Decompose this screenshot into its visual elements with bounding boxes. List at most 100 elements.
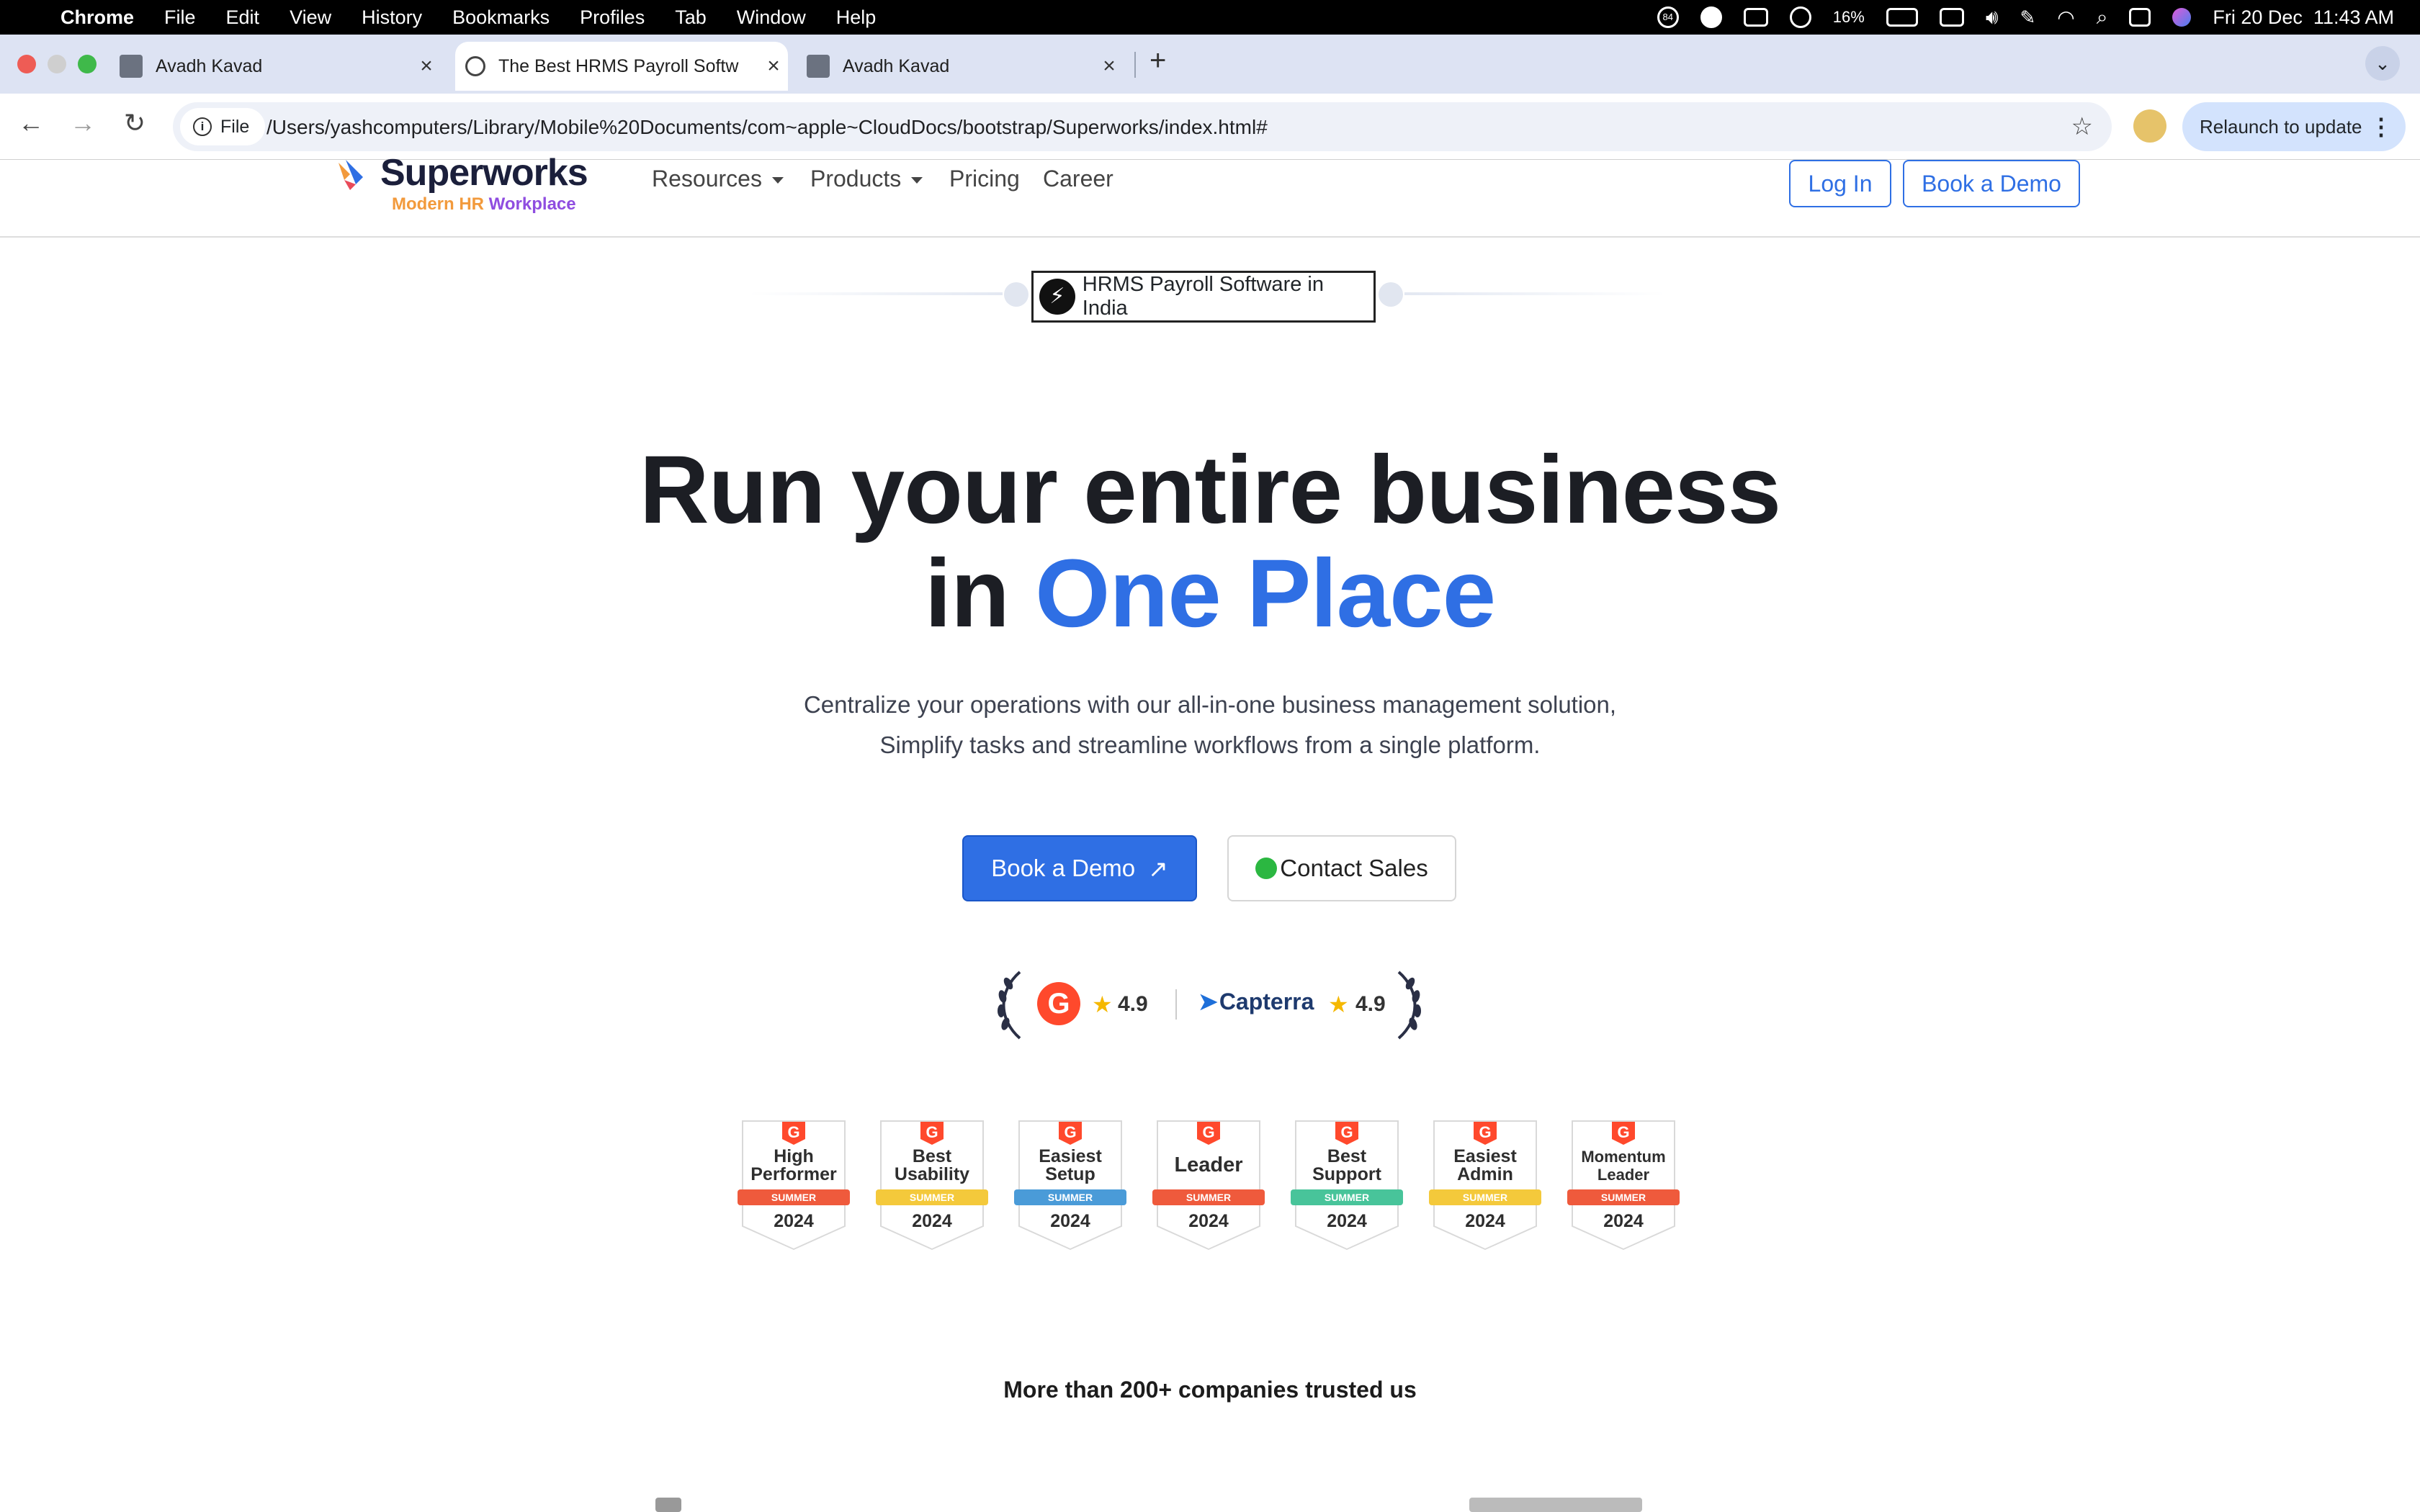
header-book-demo-button[interactable]: Book a Demo [1903, 160, 2080, 207]
tab-close-icon[interactable]: × [1095, 54, 1124, 78]
menu-edit[interactable]: Edit [226, 6, 260, 29]
decorative-line-left [749, 292, 1003, 295]
g2-badge-best-usability: G Best Usability SUMMER 2024 [876, 1120, 988, 1250]
tab-close-icon[interactable]: × [412, 54, 441, 78]
capterra-rating: 4.9 [1355, 992, 1386, 1016]
g2-badge-easiest-setup: G Easiest Setup SUMMER 2024 [1014, 1120, 1126, 1250]
login-button[interactable]: Log In [1789, 160, 1891, 207]
badge-year: 2024 [912, 1211, 952, 1231]
badge-season: SUMMER [1429, 1189, 1541, 1205]
logo-tagline: Modern HR Workplace [392, 194, 576, 215]
more-menu-icon[interactable]: ⋮ [2370, 102, 2393, 151]
badge-year: 2024 [1188, 1211, 1229, 1231]
client-logo-partial [655, 1498, 681, 1512]
tab-title: Avadh Kavad [843, 55, 950, 76]
bookmark-star-icon[interactable]: ☆ [2071, 112, 2093, 141]
new-tab-plus-icon[interactable]: + [1150, 45, 1166, 77]
capterra-logo: ➤Capterra [1198, 988, 1314, 1015]
badge-season: SUMMER [876, 1189, 988, 1205]
badge-title: Easiest Admin [1453, 1146, 1517, 1184]
g2-rating: 4.9 [1118, 992, 1148, 1016]
tab-favicon [807, 55, 830, 78]
info-icon: i [193, 117, 212, 136]
contact-sales-button[interactable]: Contact Sales [1227, 835, 1456, 901]
whatsapp-icon [1255, 858, 1278, 879]
back-arrow-icon[interactable]: ← [13, 108, 49, 138]
star-icon: ★ [1092, 991, 1113, 1017]
hero-tag-pill: ⚡︎ HRMS Payroll Software in India [1031, 271, 1376, 323]
display-icon[interactable] [1743, 8, 1768, 27]
keyboard-icon[interactable] [1939, 8, 1964, 27]
badge-year: 2024 [1050, 1211, 1090, 1231]
nav-career[interactable]: Career [1043, 166, 1113, 192]
browser-tab-1[interactable]: Avadh Kavad × [120, 42, 441, 91]
window-close-button[interactable] [17, 55, 36, 73]
badge-title: High Performer [750, 1146, 837, 1184]
menu-history[interactable]: History [362, 6, 422, 29]
address-bar[interactable]: i File /Users/yashcomputers/Library/Mobi… [173, 102, 2112, 151]
play-icon[interactable] [1789, 6, 1811, 28]
caret-down-icon [911, 177, 923, 184]
window-minimize-button[interactable] [48, 55, 66, 73]
volume-icon[interactable]: 🔊︎ [1986, 6, 1999, 30]
badge-season: SUMMER [738, 1189, 850, 1205]
logo-wordmark: Superworks [380, 152, 588, 194]
menu-file[interactable]: File [164, 6, 196, 29]
caret-down-icon [771, 177, 784, 184]
menu-help[interactable]: Help [836, 6, 877, 29]
badge-season: SUMMER [1291, 1189, 1403, 1205]
relaunch-to-update-button[interactable]: Relaunch to update ⋮ [2182, 102, 2406, 151]
menu-bookmarks[interactable]: Bookmarks [452, 6, 550, 29]
badge-season: SUMMER [1567, 1189, 1680, 1205]
badge-year: 2024 [1327, 1211, 1367, 1231]
nav-products[interactable]: Products [810, 166, 923, 192]
menubar-clock[interactable]: Fri 20 Dec 11:43 AM [2213, 6, 2394, 29]
reload-icon[interactable]: ↻ [117, 108, 153, 138]
capterra-arrow-icon: ➤ [1198, 989, 1218, 1014]
relaunch-label: Relaunch to update [2200, 116, 2362, 138]
tab-close-icon[interactable]: × [759, 54, 788, 78]
tab-separator [1134, 52, 1136, 78]
nav-pricing[interactable]: Pricing [949, 166, 1020, 192]
laurel-left-icon [998, 971, 1021, 1040]
checkmark-icon[interactable] [1700, 6, 1722, 28]
client-logo-partial [1469, 1498, 1642, 1512]
site-info-chip[interactable]: i File [180, 108, 266, 145]
tab-search-chevron-icon[interactable]: ⌄ [2365, 46, 2400, 81]
trusted-companies-heading: More than 200+ companies trusted us [1003, 1377, 1417, 1403]
menu-app-name[interactable]: Chrome [60, 6, 134, 29]
window-zoom-button[interactable] [78, 55, 97, 73]
tab-title: Avadh Kavad [156, 55, 263, 76]
tab-title: The Best HRMS Payroll Softw [498, 55, 739, 76]
hero-book-demo-button[interactable]: Book a Demo ↗ [962, 835, 1197, 901]
wifi-icon[interactable]: ◠ [2057, 6, 2074, 30]
profile-avatar[interactable] [2133, 109, 2166, 143]
forward-arrow-icon[interactable]: → [65, 108, 101, 138]
menu-tab[interactable]: Tab [675, 6, 707, 29]
g2-badge-leader: G Leader SUMMER 2024 [1152, 1120, 1265, 1250]
capterra-name: Capterra [1219, 989, 1314, 1014]
nav-products-label: Products [810, 166, 902, 192]
browser-tab-3[interactable]: Avadh Kavad × [807, 42, 1124, 91]
url-text[interactable]: /Users/yashcomputers/Library/Mobile%20Do… [266, 116, 1268, 139]
decorative-line-right [1404, 292, 1665, 295]
spotlight-search-icon[interactable]: ⌕ [2097, 6, 2108, 30]
menu-view[interactable]: View [290, 6, 331, 29]
siri-icon[interactable] [2172, 8, 2192, 27]
decorative-dot-right [1379, 282, 1403, 307]
menubar-status-area: 84 16% 🔊︎ ✎ ◠ ⌕ Fri 20 Dec 11:43 AM [1657, 0, 2394, 35]
badge-title: Easiest Setup [1039, 1146, 1102, 1184]
pen-icon[interactable]: ✎ [2020, 6, 2035, 29]
menu-window[interactable]: Window [737, 6, 806, 29]
control-center-icon[interactable] [2129, 8, 2151, 27]
notification-badge-icon[interactable]: 84 [1657, 6, 1679, 28]
superworks-logo-mark-icon [339, 160, 363, 190]
badge-season: SUMMER [1152, 1189, 1265, 1205]
contact-sales-label: Contact Sales [1280, 855, 1428, 881]
logo-tagline-part-a: Modern HR [392, 194, 489, 214]
badge-title: Best Usability [894, 1146, 970, 1184]
nav-resources[interactable]: Resources [652, 166, 784, 192]
browser-tab-2-active[interactable]: The Best HRMS Payroll Softw × [455, 42, 788, 91]
menu-profiles[interactable]: Profiles [580, 6, 645, 29]
battery-icon[interactable] [1886, 8, 1918, 27]
